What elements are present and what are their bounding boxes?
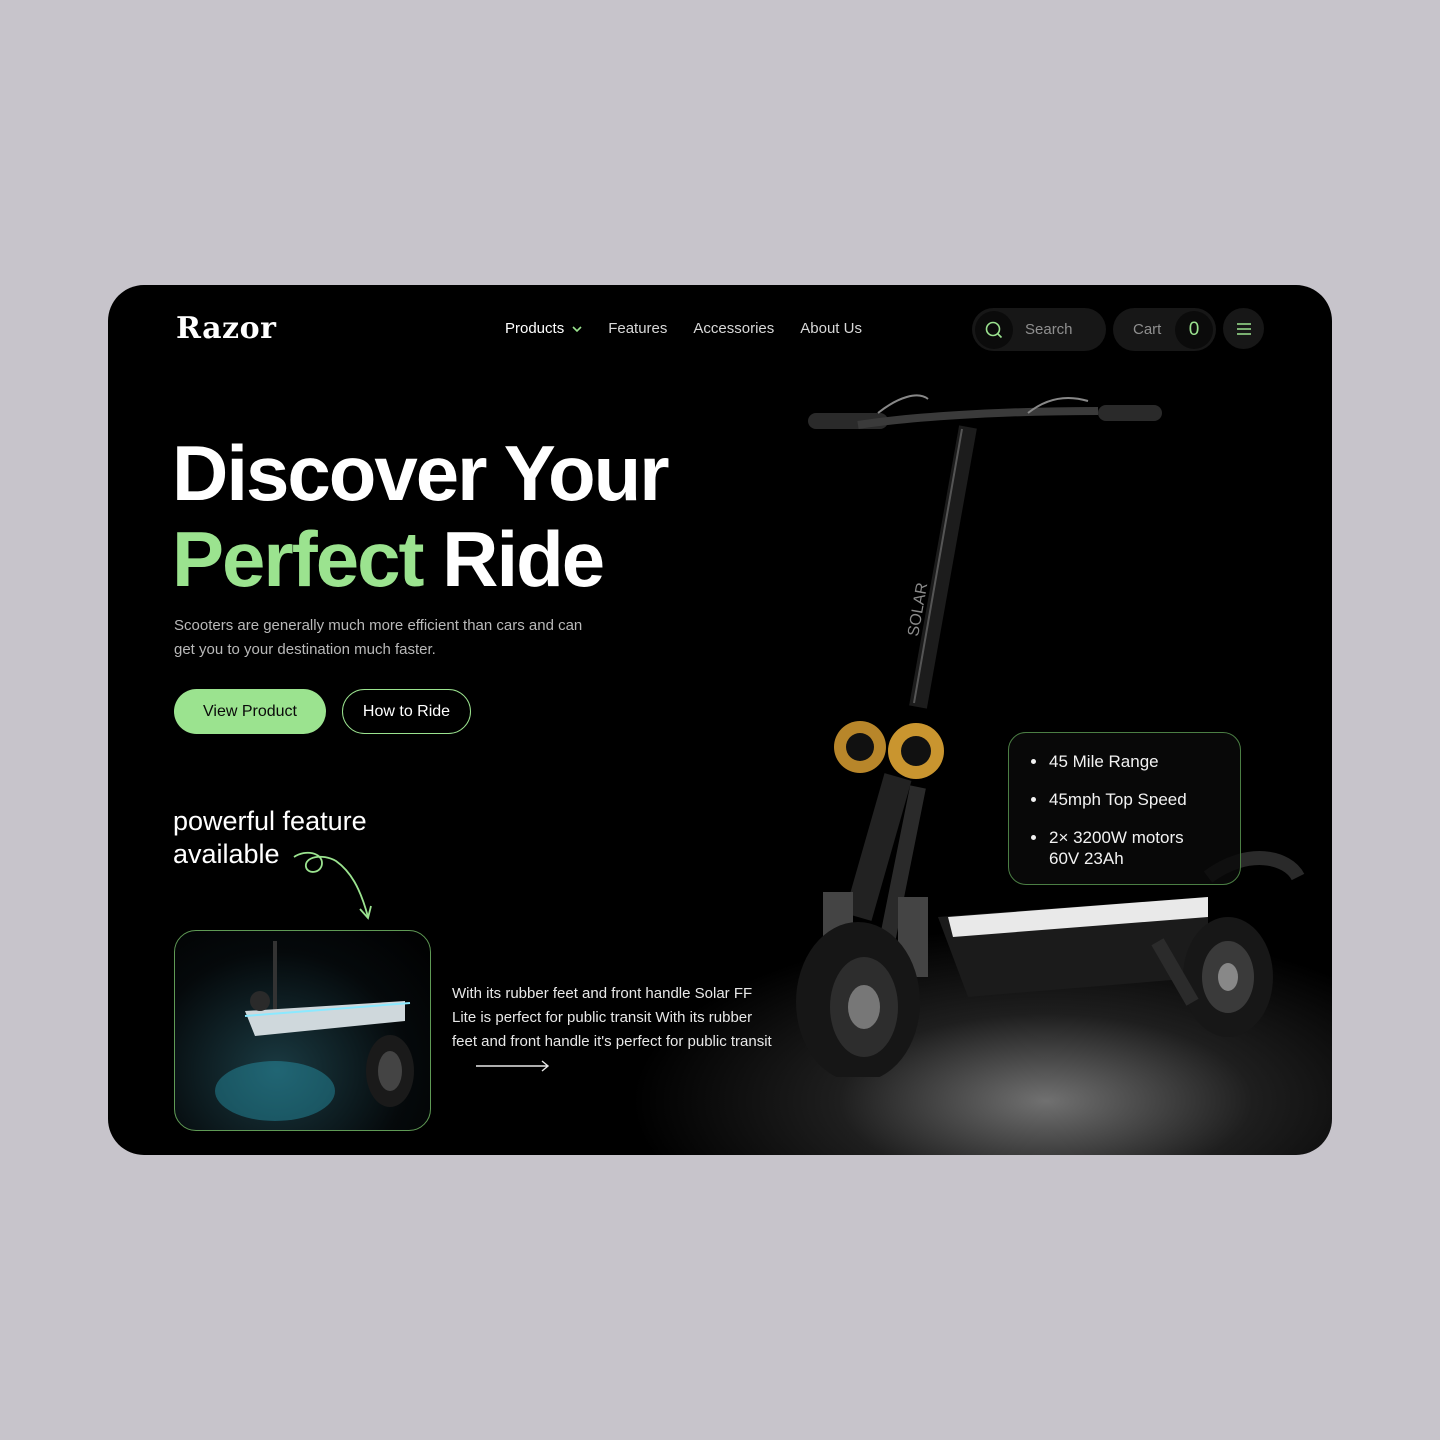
nav-item-label: About Us	[800, 320, 862, 337]
scooter-image: SOLAR	[796, 394, 1305, 1077]
hero-frame: Razor Products Features Accessories Abou…	[108, 285, 1332, 1155]
spec-item: 45mph Top Speed	[1031, 789, 1218, 810]
hero-title-line2: Perfect Ride	[172, 516, 668, 602]
feature-description: With its rubber feet and front handle So…	[452, 982, 772, 1078]
nav-item-about-us[interactable]: About Us	[800, 320, 862, 337]
cart-count-badge: 0	[1175, 310, 1213, 349]
search-box[interactable]	[972, 308, 1106, 351]
nav-item-label: Accessories	[693, 320, 775, 337]
hamburger-menu-icon	[1236, 322, 1251, 335]
nav-item-accessories[interactable]: Accessories	[693, 320, 774, 337]
feature-description-text: With its rubber feet and front handle So…	[452, 985, 772, 1050]
spec-card: 45 Mile Range 45mph Top Speed 2× 3200W m…	[1008, 732, 1241, 885]
main-nav: Products Features Accessories About Us	[505, 320, 862, 337]
arrow-right-icon[interactable]	[476, 1060, 552, 1072]
spec-list: 45 Mile Range 45mph Top Speed 2× 3200W m…	[1031, 751, 1218, 869]
feature-heading-line1: powerful feature	[173, 806, 367, 836]
brand-logo[interactable]: Razor	[176, 311, 276, 346]
curly-arrow-icon	[293, 851, 372, 920]
search-icon[interactable]	[975, 310, 1013, 349]
spec-item: 45 Mile Range	[1031, 751, 1218, 772]
feature-thumbnail[interactable]	[174, 930, 431, 1131]
hero-title: Discover Your Perfect Ride	[172, 429, 670, 602]
menu-button[interactable]	[1223, 308, 1264, 349]
nav-item-label: Products	[505, 320, 565, 337]
nav-item-products[interactable]: Products	[505, 320, 582, 337]
how-to-ride-button[interactable]: How to Ride	[342, 689, 471, 734]
hero-title-line1: Discover Your	[172, 429, 670, 517]
cart-label: Cart	[1133, 321, 1162, 338]
spec-item: 2× 3200W motors 60V 23Ah	[1031, 827, 1218, 869]
hero-title-rest: Ride	[442, 515, 605, 603]
scooter-thumbnail-image	[215, 941, 414, 1121]
hero-subtitle: Scooters are generally much more efficie…	[174, 617, 583, 658]
cart-button[interactable]: Cart 0	[1113, 308, 1216, 351]
view-product-button[interactable]: View Product	[174, 689, 326, 734]
search-input[interactable]	[1025, 321, 1105, 338]
chevron-down-icon	[572, 325, 582, 332]
nav-item-features[interactable]: Features	[608, 320, 667, 337]
hero-title-highlight: Perfect	[172, 515, 424, 603]
nav-item-label: Features	[608, 320, 668, 337]
